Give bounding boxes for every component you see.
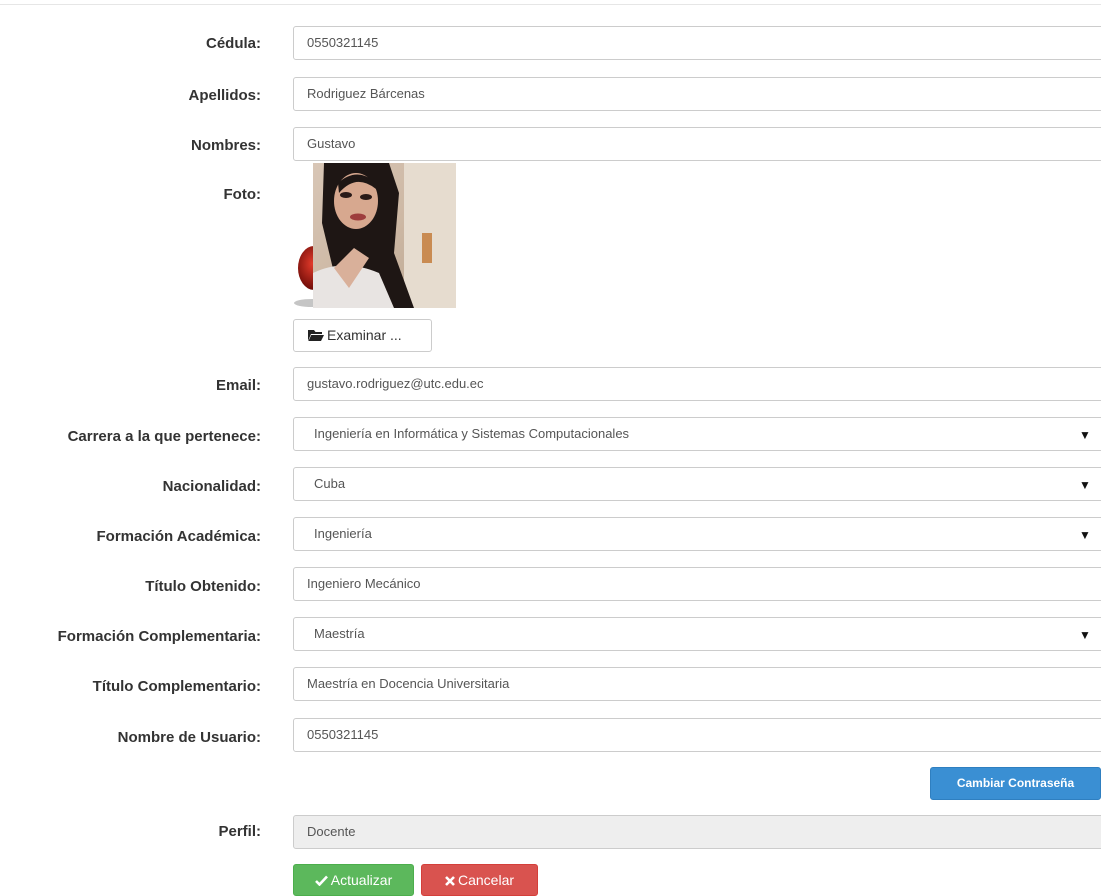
browse-photo-button[interactable]: Examinar ... <box>293 319 432 352</box>
cedula-input[interactable]: 0550321145 <box>293 26 1101 60</box>
update-label: Actualizar <box>330 872 393 888</box>
formacion-academica-label: Formación Académica: <box>96 528 262 545</box>
carrera-chevron-down-icon[interactable]: ▼ <box>1078 426 1092 444</box>
nombre-usuario-input[interactable]: 0550321145 <box>293 718 1101 752</box>
foto-label: Foto: <box>223 186 261 203</box>
apellidos-input[interactable]: Rodriguez Bárcenas <box>293 77 1101 111</box>
formacion-complementaria-select[interactable]: Maestría <box>293 617 1101 651</box>
titulo-complementario-input[interactable]: Maestría en Docencia Universitaria <box>293 667 1101 701</box>
folder-open-icon <box>308 321 324 351</box>
cancel-label: Cancelar <box>457 872 515 888</box>
formacion-complementaria-chevron-down-icon[interactable]: ▼ <box>1078 626 1092 644</box>
profile-photo <box>294 163 456 308</box>
nombre-usuario-label: Nombre de Usuario: <box>117 729 261 746</box>
nacionalidad-chevron-down-icon[interactable]: ▼ <box>1078 476 1092 494</box>
cedula-label: Cédula: <box>205 35 261 52</box>
check-icon <box>314 866 328 896</box>
apellidos-label: Apellidos: <box>188 87 261 104</box>
formacion-academica-chevron-down-icon[interactable]: ▼ <box>1078 526 1092 544</box>
times-icon <box>445 866 455 896</box>
formacion-academica-select[interactable]: Ingeniería <box>293 517 1101 551</box>
nombres-input[interactable]: Gustavo <box>293 127 1101 161</box>
formacion-complementaria-label: Formación Complementaria: <box>57 628 261 645</box>
nacionalidad-select[interactable]: Cuba <box>293 467 1101 501</box>
carrera-label: Carrera a la que pertenece: <box>67 428 261 445</box>
cancel-button[interactable]: Cancelar <box>421 864 538 896</box>
change-password-button[interactable]: Cambiar Contraseña <box>930 767 1101 800</box>
update-button[interactable]: Actualizar <box>293 864 414 896</box>
nacionalidad-label: Nacionalidad: <box>162 478 261 495</box>
top-divider <box>0 4 1101 5</box>
perfil-label: Perfil: <box>218 823 261 840</box>
email-input[interactable]: gustavo.rodriguez@utc.edu.ec <box>293 367 1101 401</box>
carrera-select[interactable]: Ingeniería en Informática y Sistemas Com… <box>293 417 1101 451</box>
titulo-obtenido-label: Título Obtenido: <box>145 578 261 595</box>
titulo-obtenido-input[interactable]: Ingeniero Mecánico <box>293 567 1101 601</box>
perfil-input: Docente <box>293 815 1101 849</box>
email-label: Email: <box>215 377 261 394</box>
browse-photo-label: Examinar ... <box>327 327 402 343</box>
nombres-label: Nombres: <box>190 137 261 154</box>
titulo-complementario-label: Título Complementario: <box>92 678 261 695</box>
